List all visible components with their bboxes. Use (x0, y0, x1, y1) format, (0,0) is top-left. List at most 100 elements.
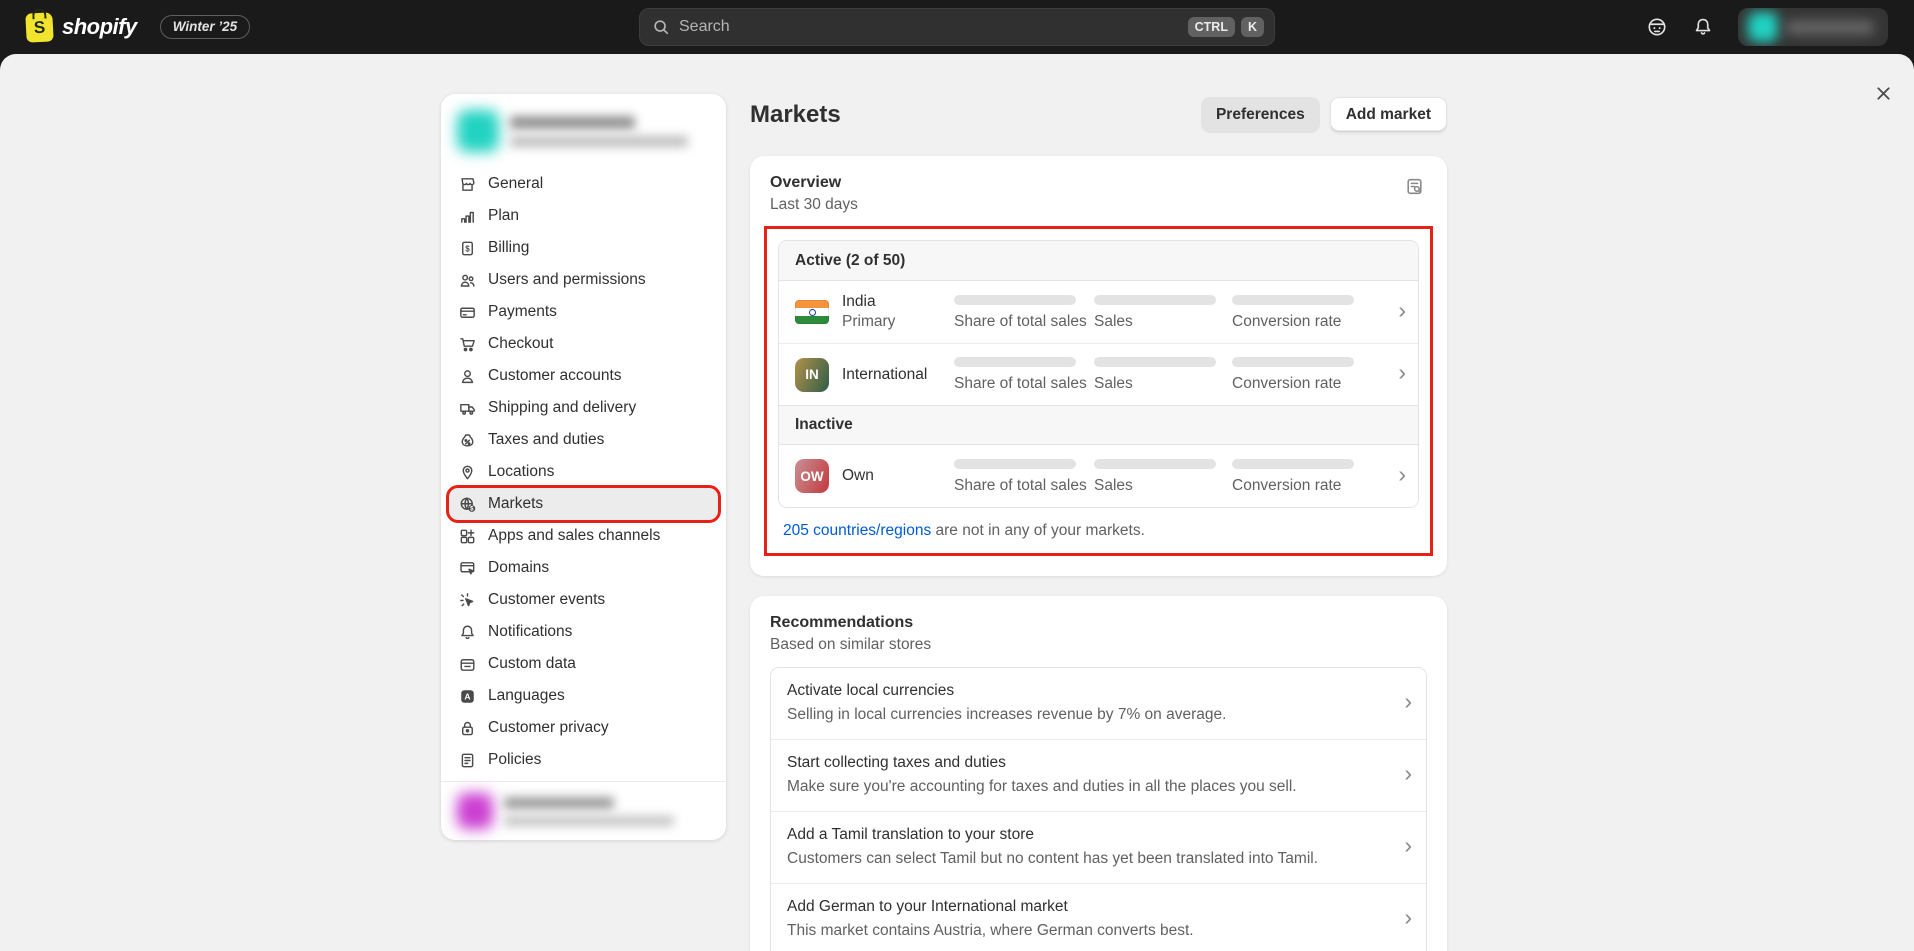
secondary-account-row[interactable] (441, 781, 726, 840)
skeleton-bar (1094, 357, 1216, 367)
svg-text:$: $ (470, 505, 474, 512)
market-subtitle: Primary (842, 312, 954, 332)
lock-icon (457, 718, 477, 738)
sidebar-item-custom-data[interactable]: Custom data (449, 648, 718, 680)
payments-icon (457, 302, 477, 322)
sidebar-item-plan[interactable]: Plan (449, 200, 718, 232)
sidekick-icon[interactable] (1646, 16, 1668, 38)
sidebar-item-locations[interactable]: Locations (449, 456, 718, 488)
metric-label: Conversion rate (1232, 314, 1384, 330)
sidebar-item-checkout[interactable]: Checkout (449, 328, 718, 360)
close-button[interactable] (1868, 78, 1898, 108)
market-row-international[interactable]: INInternationalShare of total salesSales… (779, 343, 1418, 405)
recommendations-title: Recommendations (770, 614, 931, 632)
sidebar-item-customer-privacy[interactable]: Customer privacy (449, 712, 718, 744)
recommendation-add-german-to-your-international-market[interactable]: Add German to your International marketT… (771, 883, 1426, 951)
sidebar-item-label: Customer events (488, 591, 605, 609)
recommendation-add-a-tamil-translation-to-your-store[interactable]: Add a Tamil translation to your storeCus… (771, 811, 1426, 883)
shopify-logo[interactable]: S shopify Winter ’25 (26, 13, 250, 42)
add-market-button[interactable]: Add market (1330, 97, 1447, 134)
chevron-right-icon: › (1384, 299, 1406, 326)
shipping-icon (457, 398, 477, 418)
chevron-right-icon: › (1384, 361, 1406, 388)
sidebar-item-billing[interactable]: $Billing (449, 232, 718, 264)
sidebar-item-label: Plan (488, 207, 519, 225)
countries-regions-link[interactable]: 205 countries/regions (783, 522, 931, 539)
section-header-inactive: Inactive (779, 405, 1418, 445)
sidebar-item-policies[interactable]: Policies (449, 744, 718, 776)
sidebar-item-domains[interactable]: Domains (449, 552, 718, 584)
skeleton-bar (1232, 295, 1354, 305)
metric-share-of-total-sales: Share of total sales (954, 459, 1094, 494)
settings-overlay: General Plan $BillingUsers and permissions… (0, 54, 1914, 951)
markets-list: Active (2 of 50)IndiaPrimaryShare of tot… (778, 240, 1419, 508)
sidebar-item-label: Locations (488, 463, 554, 481)
search-input[interactable]: Search CTRL K (639, 8, 1275, 46)
notifications-bell-icon[interactable] (1692, 16, 1714, 38)
metric-conversion-rate: Conversion rate (1232, 295, 1384, 330)
sidebar-item-label: Payments (488, 303, 557, 321)
sidebar-item-label: Taxes and duties (488, 431, 604, 449)
settings-sidebar: General Plan $BillingUsers and permissions… (441, 94, 726, 840)
user-info-redacted (504, 797, 674, 826)
metric-conversion-rate: Conversion rate (1232, 357, 1384, 392)
sidebar-item-apps-and-sales-channels[interactable]: Apps and sales channels (449, 520, 718, 552)
sidebar-item-label: Customer privacy (488, 719, 609, 737)
sidebar-item-customer-events[interactable]: Customer events (449, 584, 718, 616)
sidebar-item-shipping-and-delivery[interactable]: Shipping and delivery (449, 392, 718, 424)
taxes-icon (457, 430, 477, 450)
domains-icon (457, 558, 477, 578)
markets-main: Markets Preferences Add market Overview … (750, 96, 1447, 951)
sidebar-item-label: General (488, 175, 543, 193)
policies-icon (457, 750, 477, 770)
sidebar-item-taxes-and-duties[interactable]: Taxes and duties (449, 424, 718, 456)
market-initials-badge: OW (795, 459, 829, 493)
view-report-icon[interactable] (1402, 174, 1427, 199)
recommendation-title: Add a Tamil translation to your store (787, 824, 1390, 845)
sidebar-item-label: Languages (488, 687, 565, 705)
sidebar-item-label: Domains (488, 559, 549, 577)
sidebar-item-label: Policies (488, 751, 541, 769)
section-header-active-2-of-50: Active (2 of 50) (779, 241, 1418, 281)
footer-text: are not in any of your markets. (931, 522, 1145, 539)
metric-label: Conversion rate (1232, 478, 1384, 494)
store-url-redacted (510, 136, 688, 147)
sidebar-item-label: Checkout (488, 335, 553, 353)
recommendation-start-collecting-taxes-and-duties[interactable]: Start collecting taxes and dutiesMake su… (771, 739, 1426, 811)
sidebar-item-languages[interactable]: ALanguages (449, 680, 718, 712)
sidebar-item-customer-accounts[interactable]: Customer accounts (449, 360, 718, 392)
recommendation-description: Selling in local currencies increases re… (787, 704, 1390, 726)
shortcut-k-key: K (1241, 17, 1264, 38)
sidebar-item-label: Notifications (488, 623, 572, 641)
skeleton-bar (1232, 459, 1354, 469)
skeleton-bar (954, 459, 1076, 469)
sidebar-item-label: Markets (488, 495, 543, 513)
market-initials-badge: IN (795, 358, 829, 392)
metric-label: Sales (1094, 314, 1232, 330)
sidebar-item-markets[interactable]: $ Markets (449, 488, 718, 520)
overview-footer: 205 countries/regions are not in any of … (778, 508, 1419, 542)
market-row-own[interactable]: OWOwnShare of total salesSalesConversion… (779, 445, 1418, 507)
settings-nav: General Plan $BillingUsers and permissions… (441, 166, 726, 776)
store-account-header[interactable] (441, 94, 726, 166)
checkout-icon (457, 334, 477, 354)
sidebar-item-general[interactable]: General (449, 168, 718, 200)
annotation-rectangle: Active (2 of 50)IndiaPrimaryShare of tot… (764, 226, 1433, 556)
preferences-button[interactable]: Preferences (1201, 97, 1320, 134)
bell-icon (457, 622, 477, 642)
chevron-right-icon: › (1384, 463, 1406, 490)
sidebar-item-payments[interactable]: Payments (449, 296, 718, 328)
apps-icon (457, 526, 477, 546)
recommendation-activate-local-currencies[interactable]: Activate local currenciesSelling in loca… (771, 668, 1426, 739)
market-row-india[interactable]: IndiaPrimaryShare of total salesSalesCon… (779, 281, 1418, 343)
store-account-chip[interactable] (1738, 8, 1888, 46)
market-name: India (842, 292, 954, 312)
chevron-right-icon: › (1390, 906, 1412, 933)
store-info-redacted (510, 116, 688, 147)
store-avatar-redacted (1748, 12, 1778, 42)
customer-events-icon (457, 590, 477, 610)
chevron-right-icon: › (1390, 834, 1412, 861)
users-icon (457, 270, 477, 290)
sidebar-item-notifications[interactable]: Notifications (449, 616, 718, 648)
sidebar-item-users-and-permissions[interactable]: Users and permissions (449, 264, 718, 296)
